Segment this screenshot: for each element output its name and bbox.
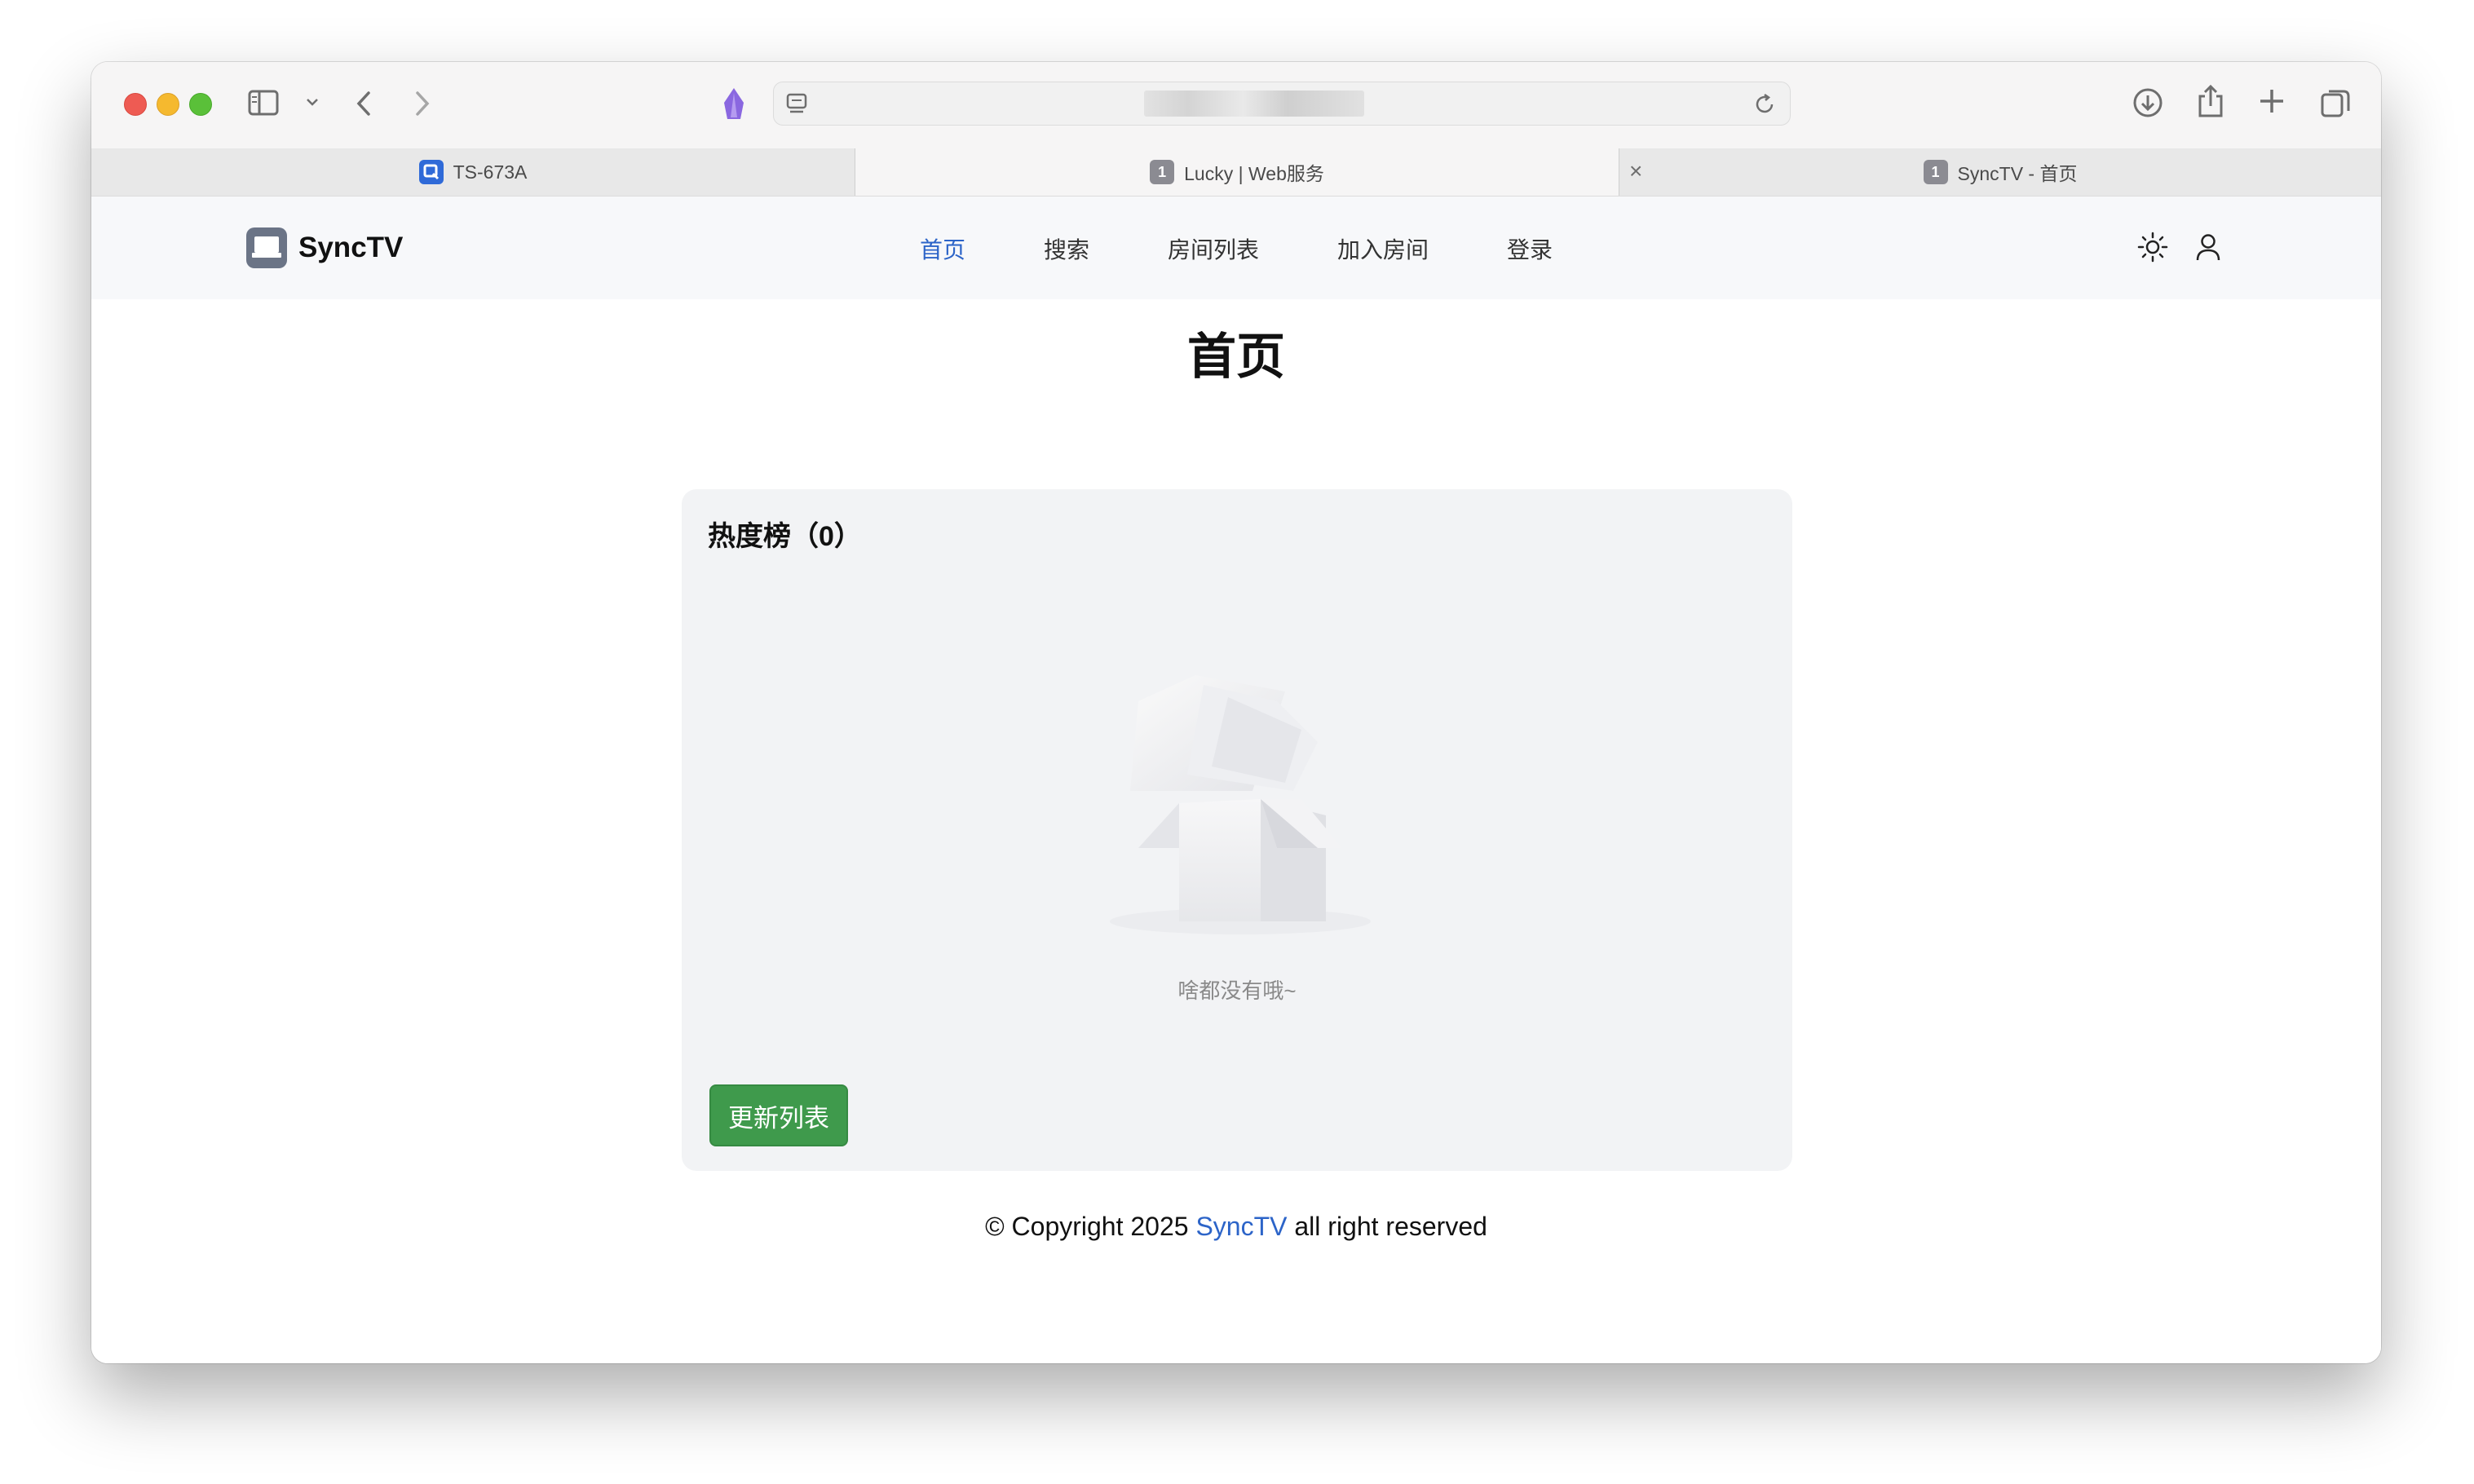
site-navbar: SyncTV 首页 搜索 房间列表 加入房间 登录: [91, 197, 2381, 299]
download-icon[interactable]: [2132, 86, 2164, 119]
url-text: [1144, 91, 1364, 117]
extension-icon[interactable]: [719, 86, 749, 122]
page-content: SyncTV 首页 搜索 房间列表 加入房间 登录 首页 热度榜（0） 啥都没有…: [91, 197, 2381, 1363]
footer: © Copyright 2025 SyncTV all right reserv…: [91, 1212, 2381, 1242]
zoom-window-button[interactable]: [189, 93, 212, 116]
logo-text: SyncTV: [298, 232, 404, 263]
tab-bar: TS-673A 1 Lucky | Web服务 × 1 SyncTV - 首页: [91, 148, 2381, 197]
empty-text: 啥都没有哦~: [1177, 978, 1297, 1003]
logo-icon: [246, 227, 287, 268]
nav-room-list[interactable]: 房间列表: [1168, 232, 1259, 265]
nav-home[interactable]: 首页: [920, 232, 965, 265]
footer-suffix: all right reserved: [1287, 1212, 1487, 1241]
refresh-list-button[interactable]: 更新列表: [709, 1084, 848, 1146]
tab-lucky[interactable]: 1 Lucky | Web服务: [855, 148, 1619, 196]
tab-badge-icon: 1: [1923, 160, 1948, 184]
hot-list-title: 热度榜（0）: [708, 521, 862, 552]
new-tab-icon[interactable]: [2257, 86, 2286, 116]
page-title: 首页: [1187, 329, 1285, 384]
tab-badge-icon: 1: [1150, 160, 1175, 184]
theme-toggle-sun-icon[interactable]: [2136, 231, 2169, 263]
nav-join-room[interactable]: 加入房间: [1337, 232, 1429, 265]
minimize-window-button[interactable]: [157, 93, 179, 116]
tab-synctv[interactable]: 1 SyncTV - 首页: [1619, 148, 2381, 196]
share-icon[interactable]: [2195, 83, 2226, 119]
footer-prefix: © Copyright 2025: [985, 1212, 1196, 1241]
back-icon[interactable]: [352, 88, 377, 119]
chevron-down-icon[interactable]: [305, 95, 320, 109]
browser-toolbar: [91, 62, 2381, 149]
user-icon[interactable]: [2193, 231, 2223, 263]
reload-icon[interactable]: [1752, 92, 1777, 117]
hot-list-card: 热度榜（0） 啥都没有哦~ 更新列表: [682, 489, 1792, 1171]
tab-ts673a[interactable]: TS-673A: [91, 148, 855, 196]
footer-brand-link[interactable]: SyncTV: [1195, 1212, 1287, 1241]
forward-icon[interactable]: [409, 88, 434, 119]
tab-title: Lucky | Web服务: [1184, 163, 1324, 184]
empty-box-illustration: [1106, 652, 1375, 946]
page-menu-icon[interactable]: [785, 92, 808, 115]
nav-login[interactable]: 登录: [1507, 232, 1553, 265]
tab-overview-icon[interactable]: [2319, 86, 2352, 119]
browser-window: TS-673A 1 Lucky | Web服务 × 1 SyncTV - 首页 …: [91, 62, 2381, 1363]
sidebar-toggle-icon[interactable]: [248, 88, 281, 117]
nav-search[interactable]: 搜索: [1044, 232, 1089, 265]
tab-title: TS-673A: [453, 161, 528, 183]
qnap-icon: [418, 160, 444, 184]
site-logo[interactable]: SyncTV: [246, 227, 403, 268]
address-bar[interactable]: [773, 82, 1791, 126]
tab-title: SyncTV - 首页: [1957, 163, 2078, 184]
close-window-button[interactable]: [124, 93, 147, 116]
